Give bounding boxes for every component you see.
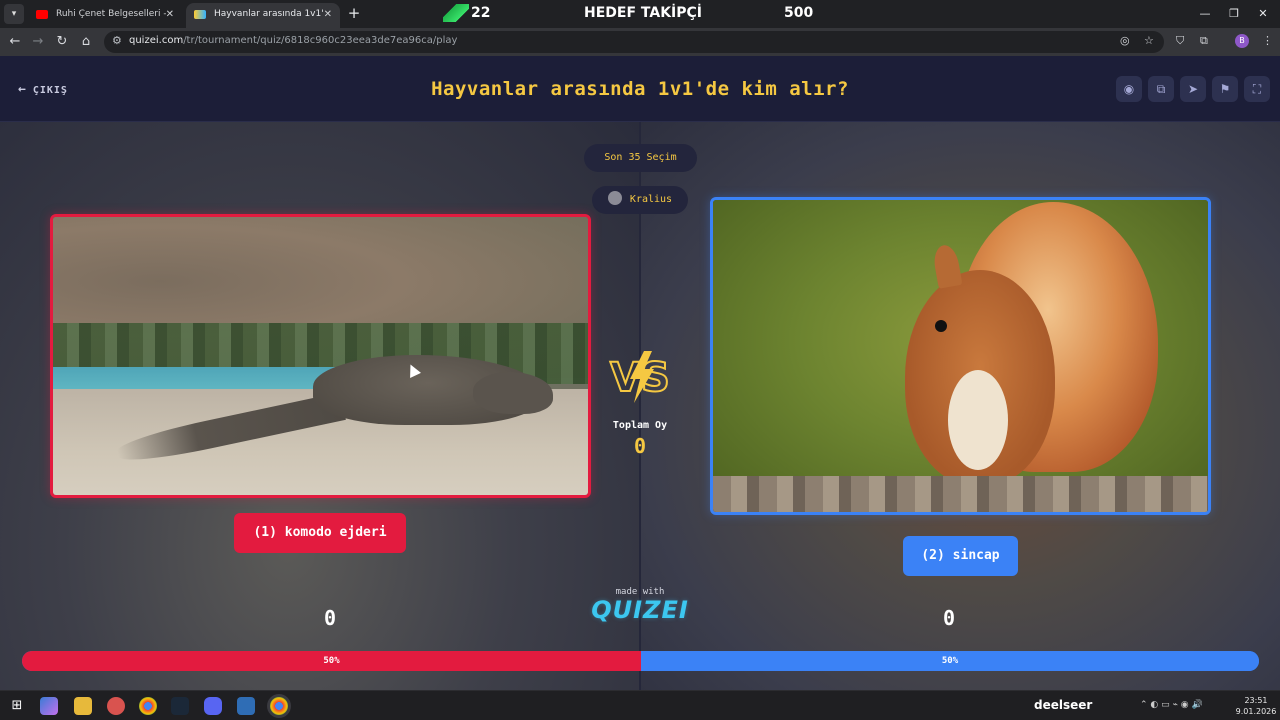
komodo-photo — [53, 217, 588, 495]
user-name: Kralius — [629, 194, 673, 205]
copilot-icon[interactable] — [40, 697, 58, 715]
photo-squirrel-belly — [948, 370, 1008, 470]
left-vote-percent: 50% — [323, 656, 340, 666]
tab-title: Ruhi Çenet Belgeselleri - YouTube — [56, 9, 166, 19]
vs-icon: VS — [609, 351, 671, 403]
quizei-logo[interactable]: QUIZEI — [590, 596, 690, 624]
menu-dots-icon[interactable]: ⋮ — [1262, 34, 1273, 47]
tray-icons[interactable]: ⌃ ◐ ▭ ⌁ ◉ 🔊 — [1140, 700, 1203, 710]
browser-tab-youtube[interactable]: Ruhi Çenet Belgeselleri - YouTube ✕ — [28, 3, 182, 28]
quiz-header: ← ÇIKIŞ Hayvanlar arasında 1v1'de kim alı… — [0, 56, 1280, 122]
bookmark-star-icon[interactable]: ☆ — [1144, 34, 1154, 47]
youtube-icon — [36, 10, 48, 19]
right-vote-count: 0 — [942, 606, 956, 630]
user-badge: Kralius — [592, 186, 688, 214]
chrome-icon[interactable] — [139, 697, 157, 715]
right-vote-percent: 50% — [941, 656, 959, 666]
send-icon[interactable]: ➤ — [1180, 76, 1206, 102]
clock[interactable]: 23:51 9.01.2026 — [1234, 695, 1278, 717]
stream-goal-target: 500 — [784, 5, 814, 21]
tab-title: Hayvanlar arasında 1v1'de kim alır? — [214, 9, 324, 19]
photo-squirrel-ear — [931, 243, 963, 289]
url-text: quizei.com/tr/tournament/quiz/6818c960c2… — [129, 35, 457, 46]
photo-squirrel-eye — [935, 320, 947, 332]
app-icon[interactable] — [107, 697, 125, 715]
window-close-icon[interactable]: ✕ — [1246, 4, 1280, 24]
os-taskbar: ⊞ deelseer ⌃ ◐ ▭ ⌁ ◉ 🔊 23:51 9.01.2026 — [0, 690, 1280, 720]
streamer-name: deelseer — [1034, 698, 1093, 712]
fullscreen-icon[interactable]: ⛶ — [1244, 76, 1270, 102]
new-tab-button[interactable]: + — [346, 4, 362, 24]
photo-branch — [713, 476, 1208, 512]
right-option-image[interactable] — [710, 197, 1211, 515]
windows-start-icon[interactable]: ⊞ — [8, 697, 26, 715]
photo-komodo-head — [473, 372, 553, 414]
extensions-icon[interactable]: ⧉ — [1200, 34, 1208, 48]
stream-follower-count: 22 — [471, 5, 491, 21]
browser-tab-strip: ▾ Ruhi Çenet Belgeselleri - YouTube ✕ Ha… — [0, 0, 1280, 28]
quiz-title: Hayvanlar arasında 1v1'de kim alır? — [431, 78, 849, 100]
profile-avatar[interactable]: B — [1235, 34, 1249, 48]
tab-search-button[interactable]: ▾ — [4, 4, 24, 24]
total-votes-label: Toplam Oy — [612, 420, 668, 431]
reload-icon[interactable]: ↻ — [52, 32, 72, 52]
shield-icon[interactable]: ⛉ — [1176, 34, 1184, 48]
flag-icon[interactable]: ⚑ — [1212, 76, 1238, 102]
clock-date: 9.01.2026 — [1235, 707, 1277, 716]
back-icon[interactable]: ← — [5, 32, 25, 52]
browser-tab-quiz[interactable]: Hayvanlar arasında 1v1'de kim alır? ✕ — [186, 3, 340, 28]
total-votes-value: 0 — [633, 434, 647, 458]
avatar — [607, 191, 622, 205]
left-vote-count: 0 — [323, 606, 337, 630]
forward-icon[interactable]: → — [28, 32, 48, 52]
address-bar[interactable]: ⚙ quizei.com/tr/tournament/quiz/6818c960… — [104, 31, 1164, 53]
file-explorer-icon[interactable] — [74, 697, 92, 715]
left-option-image[interactable] — [50, 214, 591, 498]
close-icon[interactable]: ✕ — [166, 3, 174, 26]
squirrel-photo — [713, 200, 1208, 512]
site-info-icon[interactable]: ⚙ — [112, 34, 122, 47]
match-stage: Son 35 Seçim Kralius VS Toplam — [0, 122, 1280, 690]
url-host: quizei.com — [129, 35, 184, 46]
quizei-favicon-icon — [194, 10, 206, 19]
chrome-active-icon[interactable] — [270, 697, 288, 715]
url-path: /tr/tournament/quiz/6818c960c23eea3de7ea… — [183, 35, 458, 46]
eye-icon[interactable]: ◉ — [1116, 76, 1142, 102]
share-icon[interactable]: ⧉ — [1148, 76, 1174, 102]
app-icon-2[interactable] — [237, 697, 255, 715]
home-icon[interactable]: ⌂ — [76, 32, 96, 52]
steam-icon[interactable] — [171, 697, 189, 715]
browser-toolbar: ← → ↻ ⌂ ⚙ quizei.com/tr/tournament/quiz/… — [0, 28, 1280, 56]
eye-off-icon[interactable]: ◎ — [1120, 34, 1130, 47]
discord-icon[interactable] — [204, 697, 222, 715]
clock-time: 23:51 — [1244, 696, 1268, 705]
choose-right-button[interactable]: (2) sincap — [903, 536, 1018, 576]
close-icon[interactable]: ✕ — [324, 3, 332, 26]
vote-progress-bar: 50% 50% — [22, 651, 1259, 671]
stream-goal-title: HEDEF TAKİPÇİ — [584, 5, 703, 21]
last-choices-button[interactable]: Son 35 Seçim — [584, 144, 697, 172]
stream-goal-icon — [443, 4, 469, 22]
choose-left-button[interactable]: (1) komodo ejderi — [234, 513, 406, 553]
